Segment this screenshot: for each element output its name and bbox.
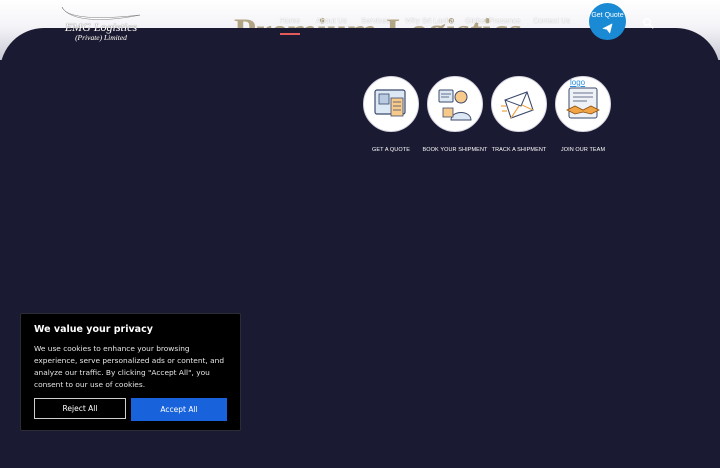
shipment-agent-icon bbox=[438, 89, 472, 121]
cookie-consent-banner: We value your privacy We use cookies to … bbox=[20, 313, 241, 431]
search-icon bbox=[643, 18, 654, 29]
cookie-title: We value your privacy bbox=[34, 324, 153, 335]
nav-about-us[interactable]: About Us bbox=[316, 16, 347, 25]
service-book-your-shipment[interactable]: BOOK YOUR SHIPMENT bbox=[420, 76, 490, 156]
service-get-a-quote[interactable]: GET A QUOTE bbox=[356, 76, 426, 156]
envelope-icon bbox=[501, 91, 534, 119]
search-button[interactable] bbox=[642, 16, 656, 30]
paper-plane-icon bbox=[602, 23, 613, 34]
nav-home[interactable]: Home bbox=[280, 16, 301, 35]
service-track-a-shipment[interactable]: TRACK A SHIPMENT bbox=[484, 76, 554, 156]
cookie-description: We use cookies to enhance your browsing … bbox=[34, 344, 225, 389]
service-icon-circle bbox=[491, 76, 547, 132]
broken-image-alt-text: logo bbox=[570, 78, 586, 87]
nav-contact-us[interactable]: Contact Us bbox=[533, 16, 570, 25]
service-join-our-team[interactable]: JOIN OUR TEAM bbox=[548, 76, 618, 156]
accept-all-button[interactable]: Accept All bbox=[131, 398, 227, 421]
service-icon-circle bbox=[363, 76, 419, 132]
reject-all-button[interactable]: Reject All bbox=[34, 398, 126, 419]
get-quote-label: Get Quote bbox=[591, 12, 624, 19]
service-icon-circle bbox=[427, 76, 483, 132]
nav-services[interactable]: Services bbox=[361, 16, 390, 25]
get-quote-button[interactable]: Get Quote bbox=[589, 3, 626, 40]
site-logo[interactable]: EMG Logistics (Private) Limited bbox=[56, 4, 146, 44]
nav-why-sri-lanka[interactable]: Why Sri Lanka bbox=[405, 16, 454, 25]
handshake-icon bbox=[566, 87, 600, 119]
service-label: JOIN OUR TEAM bbox=[560, 147, 606, 153]
nav-global-presence[interactable]: Global Presence bbox=[465, 16, 520, 25]
logo-subtitle: (Private) Limited bbox=[75, 33, 127, 42]
quote-document-icon bbox=[374, 89, 406, 117]
